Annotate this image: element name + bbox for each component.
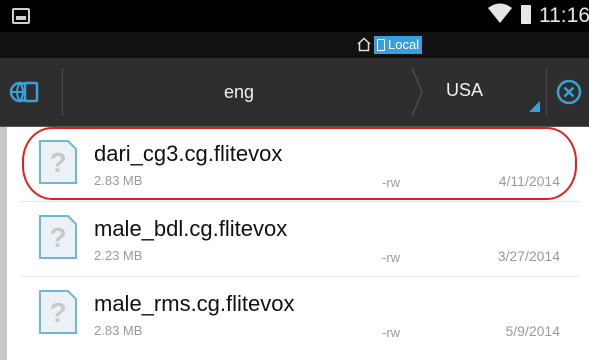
breadcrumb-local[interactable]: Local <box>374 36 423 54</box>
battery-icon <box>521 5 531 24</box>
svg-text:?: ? <box>49 147 66 178</box>
status-time: 11:16 <box>539 4 589 27</box>
file-row-dari[interactable]: ? dari_cg3.cg.flitevox 2.83 MB -rw 4/11/… <box>20 129 580 197</box>
globe-icon[interactable] <box>0 58 56 126</box>
file-permissions: -rw <box>382 325 401 340</box>
phone-icon <box>377 39 385 51</box>
file-size: 2.83 MB <box>94 173 143 188</box>
file-date: 5/9/2014 <box>505 323 561 339</box>
list-edge <box>0 127 7 360</box>
unknown-file-icon: ? <box>39 290 77 334</box>
image-notification-icon <box>12 8 30 24</box>
language-selector[interactable]: eng <box>64 58 414 126</box>
file-permissions: -rw <box>382 250 401 265</box>
breadcrumb-local-label: Local <box>388 37 420 52</box>
file-name: dari_cg3.cg.flitevox <box>94 141 283 166</box>
file-row-male-bdl[interactable]: ? male_bdl.cg.flitevox 2.23 MB -rw 3/27/… <box>20 204 580 272</box>
file-date: 3/27/2014 <box>497 248 560 264</box>
toolbar-divider <box>62 68 63 116</box>
unknown-file-icon: ? <box>39 215 77 259</box>
svg-text:?: ? <box>49 297 66 328</box>
row-divider <box>20 276 580 277</box>
language-label: eng <box>223 81 255 102</box>
file-date: 4/11/2014 <box>498 173 560 189</box>
close-circle-icon[interactable] <box>556 79 582 105</box>
unknown-file-icon: ? <box>39 140 77 184</box>
region-selector[interactable]: USA <box>420 58 540 126</box>
wifi-icon <box>488 3 512 23</box>
home-icon[interactable] <box>356 37 372 52</box>
file-name: male_bdl.cg.flitevox <box>94 216 288 241</box>
row-divider <box>20 201 580 202</box>
file-permissions: -rw <box>382 175 401 190</box>
toolbar: eng USA <box>0 58 589 127</box>
file-size: 2.83 MB <box>94 323 143 338</box>
file-row-male-rms[interactable]: ? male_rms.cg.flitevox 2.83 MB -rw 5/9/2… <box>20 279 580 347</box>
file-size: 2.23 MB <box>94 248 143 263</box>
toolbar-divider <box>546 68 547 116</box>
breadcrumb: Local <box>0 32 589 58</box>
svg-text:?: ? <box>49 222 66 253</box>
status-bar: 11:16 <box>0 0 589 32</box>
region-label: USA <box>446 80 484 100</box>
dropdown-corner-icon <box>529 101 540 112</box>
file-name: male_rms.cg.flitevox <box>94 291 295 316</box>
